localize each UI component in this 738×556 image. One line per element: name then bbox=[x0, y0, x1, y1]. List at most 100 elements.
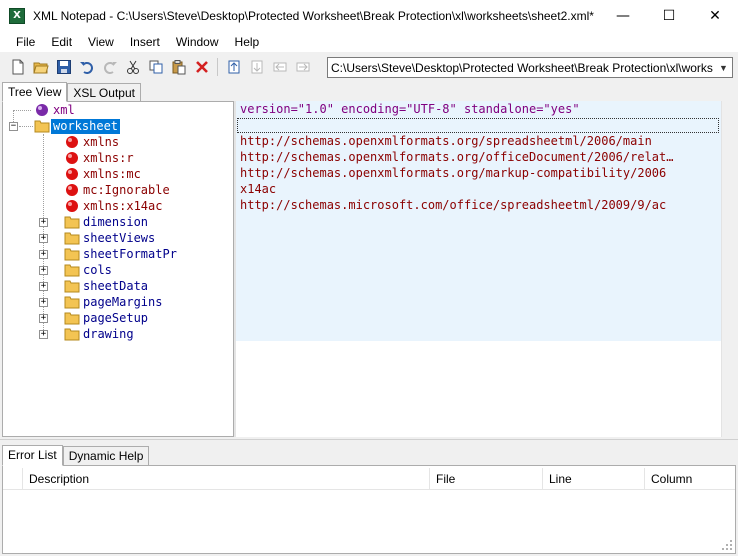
node-value-pane[interactable]: version="1.0" encoding="UTF-8" standalon… bbox=[236, 101, 721, 437]
delete-x-icon bbox=[195, 61, 208, 73]
attribute-icon bbox=[63, 150, 81, 166]
copy-button[interactable] bbox=[144, 56, 167, 78]
tab-xsl-output[interactable]: XSL Output bbox=[67, 83, 141, 102]
value-row[interactable]: http://schemas.openxmlformats.org/spread… bbox=[240, 133, 652, 149]
column-header-file[interactable]: File bbox=[430, 468, 543, 490]
value-row[interactable]: http://schemas.openxmlformats.org/office… bbox=[240, 149, 673, 165]
folder-icon bbox=[63, 230, 81, 246]
column-header-column[interactable]: Column bbox=[645, 468, 735, 490]
column-header-blank[interactable] bbox=[3, 468, 23, 490]
tree-node-worksheet[interactable]: worksheet bbox=[33, 118, 121, 134]
nudge-left-button[interactable] bbox=[268, 56, 291, 78]
tree-node-attribute[interactable]: xmlns:r bbox=[63, 150, 136, 166]
folder-icon bbox=[63, 214, 81, 230]
paste-button[interactable] bbox=[167, 56, 190, 78]
error-list-header: Description File Line Column bbox=[3, 468, 735, 490]
tree-node-label: pageSetup bbox=[83, 310, 149, 325]
scrollbar-thumb[interactable] bbox=[724, 101, 735, 437]
error-list-pane[interactable]: Description File Line Column bbox=[2, 465, 736, 554]
tree-node-label: worksheet bbox=[51, 118, 121, 134]
tree-node-element[interactable]: dimension bbox=[63, 214, 150, 230]
column-header-line[interactable]: Line bbox=[543, 468, 645, 490]
window-controls: — ☐ ✕ bbox=[600, 0, 738, 31]
new-document-icon bbox=[12, 59, 23, 75]
chevron-down-icon[interactable]: ▼ bbox=[715, 58, 732, 77]
nudge-right-icon bbox=[296, 62, 309, 72]
delete-button[interactable] bbox=[190, 56, 213, 78]
expand-toggle[interactable]: + bbox=[39, 266, 48, 275]
value-row[interactable]: x14ac bbox=[240, 181, 276, 197]
tab-dynamic-help[interactable]: Dynamic Help bbox=[62, 446, 150, 466]
folder-icon bbox=[33, 118, 51, 134]
tree-node-element[interactable]: drawing bbox=[63, 326, 136, 342]
tree-node-element[interactable]: cols bbox=[63, 262, 114, 278]
expand-toggle[interactable]: + bbox=[39, 234, 48, 243]
value-row[interactable]: http://schemas.openxmlformats.org/markup… bbox=[240, 165, 666, 181]
tree-node-attribute[interactable]: xmlns bbox=[63, 134, 121, 150]
value-row[interactable]: version="1.0" encoding="UTF-8" standalon… bbox=[240, 101, 580, 117]
expand-toggle[interactable]: + bbox=[39, 330, 48, 339]
xml-notepad-app-icon[interactable]: X bbox=[9, 7, 25, 24]
tree-node-label: xmlns:x14ac bbox=[83, 198, 163, 213]
value-focus-row[interactable] bbox=[237, 118, 719, 133]
tree-node-element[interactable]: sheetData bbox=[63, 278, 150, 294]
vertical-scrollbar[interactable] bbox=[721, 101, 736, 437]
cut-button[interactable] bbox=[121, 56, 144, 78]
close-window-button[interactable]: ✕ bbox=[692, 0, 738, 31]
tab-tree-view[interactable]: Tree View bbox=[2, 82, 68, 102]
menu-help[interactable]: Help bbox=[227, 31, 268, 53]
save-button[interactable] bbox=[52, 56, 75, 78]
nudge-up-button[interactable] bbox=[222, 56, 245, 78]
open-button[interactable] bbox=[29, 56, 52, 78]
tree-node-xml[interactable]: xml bbox=[33, 102, 77, 118]
menu-file[interactable]: File bbox=[8, 31, 43, 53]
tree-node-element[interactable]: sheetViews bbox=[63, 230, 157, 246]
menu-insert[interactable]: Insert bbox=[122, 31, 168, 53]
nudge-right-button[interactable] bbox=[291, 56, 314, 78]
undo-button[interactable] bbox=[75, 56, 98, 78]
file-path-combobox[interactable]: C:\Users\Steve\Desktop\Protected Workshe… bbox=[327, 57, 733, 78]
folder-icon bbox=[63, 278, 81, 294]
tree-node-element[interactable]: pageSetup bbox=[63, 310, 150, 326]
resize-grip-icon[interactable] bbox=[721, 539, 733, 551]
tree-node-label: sheetData bbox=[83, 278, 149, 293]
tree-node-attribute[interactable]: mc:Ignorable bbox=[63, 182, 172, 198]
file-path-value[interactable]: C:\Users\Steve\Desktop\Protected Workshe… bbox=[328, 61, 715, 75]
expand-toggle[interactable]: + bbox=[39, 298, 48, 307]
window-title: XML Notepad - C:\Users\Steve\Desktop\Pro… bbox=[33, 8, 594, 23]
tree-node-label: xml bbox=[53, 102, 75, 117]
tree-node-label: pageMargins bbox=[83, 294, 163, 309]
tree-node-label: sheetFormatPr bbox=[83, 246, 177, 261]
nudge-down-button[interactable] bbox=[245, 56, 268, 78]
save-disk-icon bbox=[56, 60, 71, 74]
collapse-toggle[interactable]: − bbox=[9, 122, 18, 131]
redo-button[interactable] bbox=[98, 56, 121, 78]
processing-instruction-icon bbox=[33, 102, 51, 118]
new-document-button[interactable] bbox=[6, 56, 29, 78]
bottom-tabs: Error List Dynamic Help bbox=[2, 445, 150, 466]
expand-toggle[interactable]: + bbox=[39, 250, 48, 259]
nudge-up-icon bbox=[228, 60, 239, 74]
menu-window[interactable]: Window bbox=[168, 31, 227, 53]
tab-error-list[interactable]: Error List bbox=[2, 445, 63, 466]
tree-node-element[interactable]: sheetFormatPr bbox=[63, 246, 179, 262]
maximize-button[interactable]: ☐ bbox=[646, 0, 692, 31]
tree-view-pane[interactable]: xml − worksheet xmlns xmlns:r xmlns:mc m… bbox=[2, 101, 234, 437]
title-bar: X XML Notepad - C:\Users\Steve\Desktop\P… bbox=[0, 0, 738, 31]
expand-toggle[interactable]: + bbox=[39, 282, 48, 291]
paste-clipboard-icon bbox=[172, 60, 185, 75]
minimize-button[interactable]: — bbox=[600, 0, 646, 31]
column-header-description[interactable]: Description bbox=[23, 468, 430, 490]
menu-view[interactable]: View bbox=[80, 31, 122, 53]
menu-edit[interactable]: Edit bbox=[43, 31, 80, 53]
tree-node-element[interactable]: pageMargins bbox=[63, 294, 164, 310]
tree-node-attribute[interactable]: xmlns:x14ac bbox=[63, 198, 164, 214]
expand-toggle[interactable]: + bbox=[39, 218, 48, 227]
redo-icon bbox=[103, 62, 117, 74]
value-row[interactable]: http://schemas.microsoft.com/office/spre… bbox=[240, 197, 666, 213]
tree-node-attribute[interactable]: xmlns:mc bbox=[63, 166, 143, 182]
folder-icon bbox=[63, 246, 81, 262]
tree-connector bbox=[13, 110, 31, 111]
tree-node-label: xmlns:mc bbox=[83, 166, 141, 181]
expand-toggle[interactable]: + bbox=[39, 314, 48, 323]
